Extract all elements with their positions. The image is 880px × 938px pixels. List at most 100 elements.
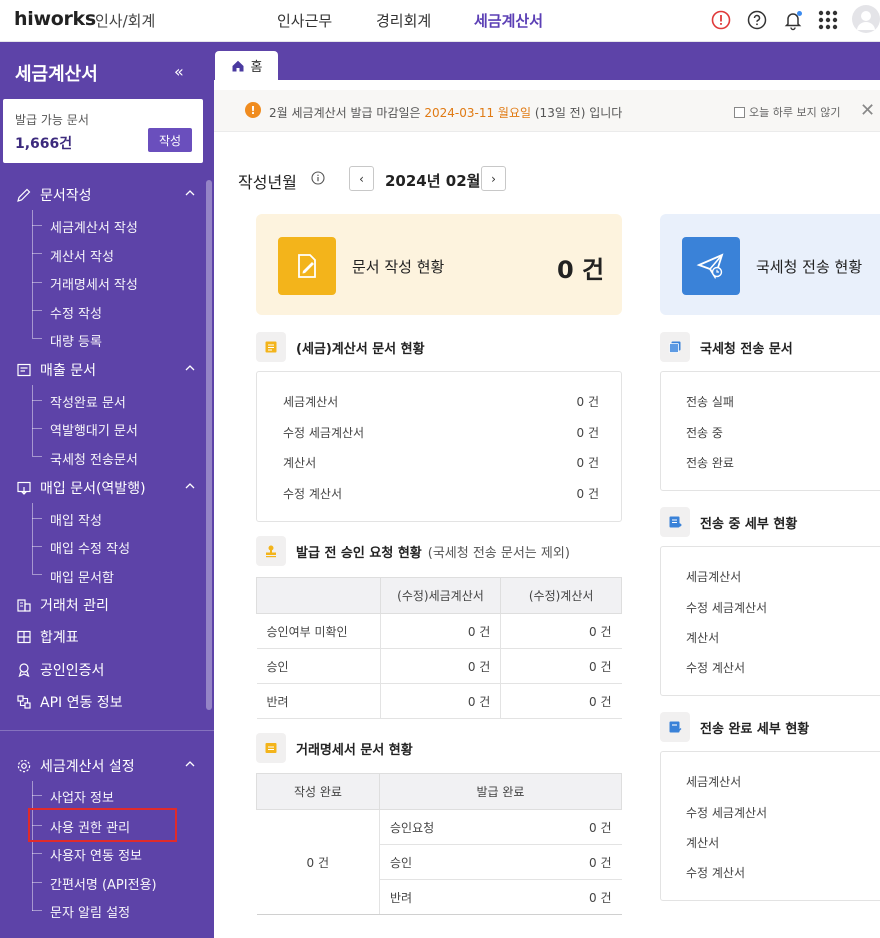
nts-doc-row: 전송 실패 [686, 395, 734, 409]
sending-detail-row: 수정 계산서 [686, 661, 746, 675]
statement-row-label: 승인요청 [379, 809, 500, 845]
avatar[interactable] [852, 5, 880, 33]
sidebar-section-clients[interactable]: 거래처 관리 [16, 594, 196, 616]
logo[interactable]: hiworks [14, 8, 96, 30]
api-link-icon [16, 694, 32, 710]
stamp-icon [256, 536, 286, 566]
nts-docs-header: 국세청 전송 문서 [660, 332, 793, 362]
close-icon[interactable]: ✕ [860, 100, 875, 121]
tree-tick [32, 253, 42, 254]
tree-line [32, 781, 33, 911]
sidebar-item-purchase-amend[interactable]: 매입 수정 작성 [50, 538, 130, 557]
copy-doc-icon [660, 332, 690, 362]
sidebar-item-purchase-box[interactable]: 매입 문서함 [50, 567, 114, 586]
sidebar-title: 세금계산서 [15, 64, 98, 85]
tab-home-label: 홈 [250, 60, 263, 75]
sidebar-item-user-integration[interactable]: 사용자 연동 정보 [50, 845, 142, 864]
collapse-sidebar-icon[interactable]: « [174, 62, 184, 81]
approval-cell: 0 건 [379, 683, 501, 719]
approval-cell: 0 건 [500, 683, 622, 719]
sending-detail-row: 수정 세금계산서 [686, 601, 768, 615]
nts-doc-row: 전송 완료 [686, 456, 734, 470]
home-icon [232, 60, 244, 71]
sidebar-item-write-statement[interactable]: 거래명세서 작성 [50, 274, 138, 293]
tab-home[interactable]: 홈 [215, 51, 278, 80]
sidebar-divider [0, 730, 214, 731]
sending-doc-icon [660, 507, 690, 537]
invoice-row-value: 0 건 [576, 487, 600, 501]
sidebar-item-completed-docs[interactable]: 작성완료 문서 [50, 392, 126, 411]
invoice-status-header: (세금)계산서 문서 현황 [256, 332, 425, 362]
sidebar-item-write-invoice[interactable]: 계산서 작성 [50, 246, 114, 265]
product-name: 인사/회계 [95, 12, 156, 30]
sending-detail-card: 세금계산서 수정 세금계산서 계산서 수정 계산서 [660, 546, 880, 696]
sidebar-item-business-info[interactable]: 사업자 정보 [50, 787, 114, 806]
statement-cell: 0 건 [499, 844, 622, 880]
alert-icon[interactable] [709, 8, 733, 32]
approval-subtitle: (국세청 전송 문서는 제외) [427, 545, 570, 561]
issue-available-count: 1,666건 [15, 136, 73, 152]
tree-tick [32, 400, 42, 401]
table-row: 반려 0 건 0 건 [256, 683, 622, 719]
checkbox[interactable] [734, 106, 745, 118]
sending-detail-row: 계산서 [686, 631, 720, 645]
sidebar-section-sales-docs[interactable]: 매출 문서 [16, 359, 196, 381]
approval-cell: 0 건 [500, 648, 622, 684]
sidebar-item-write-amendment[interactable]: 수정 작성 [50, 303, 102, 322]
sidebar-section-certificate[interactable]: 공인인증서 [16, 659, 196, 681]
notice-text-post: (13일 전) 입니다 [531, 106, 623, 120]
tree-tick [32, 310, 42, 311]
statement-col-header: 발급 완료 [379, 773, 622, 810]
sidebar-item-reverse-pending[interactable]: 역발행대기 문서 [50, 420, 138, 439]
invoice-row-label: 계산서 [283, 456, 317, 470]
write-button[interactable]: 작성 [148, 128, 192, 152]
nav-tax-invoice[interactable]: 세금계산서 [474, 10, 543, 31]
doc-status-title: 문서 작성 현황 [352, 258, 445, 276]
sidebar-section-label: 합계표 [40, 630, 79, 646]
table-row: 0 건 승인요청 0 건 [256, 809, 622, 915]
sidebar-section-api[interactable]: API 연동 정보 [16, 691, 196, 713]
gear-icon [16, 758, 32, 774]
done-detail-header: 전송 완료 세부 현황 [660, 712, 809, 742]
table-row: 승인여부 미확인 0 건 0 건 [256, 613, 622, 649]
nav-accounting[interactable]: 경리회계 [376, 10, 431, 31]
document-list-icon [16, 362, 32, 378]
statement-col-header: 작성 완료 [256, 773, 380, 810]
approval-row-label: 승인 [256, 648, 381, 684]
sidebar-item-purchase-write[interactable]: 매입 작성 [50, 510, 102, 529]
prev-month-button[interactable]: ‹ [349, 166, 374, 191]
sidebar-item-sms-alert[interactable]: 문자 알림 설정 [50, 902, 130, 921]
hide-today-checkbox[interactable]: 오늘 하루 보지 않기 [734, 104, 840, 120]
document-edit-icon [278, 237, 336, 295]
statement-cell: 0 건 [499, 809, 622, 845]
chevron-up-icon [184, 758, 196, 774]
tree-tick [32, 882, 42, 883]
nts-docs-title: 국세청 전송 문서 [700, 341, 793, 357]
next-month-button[interactable]: › [481, 166, 506, 191]
sidebar-item-nts-sent[interactable]: 국세청 전송문서 [50, 449, 138, 468]
sidebar-scrollbar[interactable] [206, 180, 212, 710]
sidebar-item-simple-signature[interactable]: 간편서명 (API전용) [50, 874, 157, 893]
sidebar-section-settings[interactable]: 세금계산서 설정 [16, 755, 196, 777]
pencil-icon [16, 187, 32, 203]
info-icon[interactable] [311, 171, 325, 189]
bell-icon[interactable] [781, 8, 805, 32]
sidebar-section-label: 문서작성 [40, 188, 92, 204]
sidebar-section-document-write[interactable]: 문서작성 [16, 184, 196, 206]
done-detail-row: 계산서 [686, 836, 720, 850]
apps-grid-icon[interactable] [816, 8, 840, 32]
sending-detail-row: 세금계산서 [686, 570, 742, 584]
tree-tick [32, 456, 42, 457]
invoice-row-value: 0 건 [576, 395, 600, 409]
certificate-icon [16, 662, 32, 678]
done-detail-card: 세금계산서 수정 세금계산서 계산서 수정 계산서 [660, 751, 880, 901]
sidebar-item-write-tax-invoice[interactable]: 세금계산서 작성 [50, 217, 138, 236]
sidebar-section-purchase-docs[interactable]: 매입 문서(역발행) [16, 477, 196, 499]
help-icon[interactable] [745, 8, 769, 32]
table-icon [16, 629, 32, 645]
sidebar-item-bulk-register[interactable]: 대량 등록 [50, 331, 102, 350]
check-doc-icon [660, 712, 690, 742]
sidebar-section-summary-table[interactable]: 합계표 [16, 626, 196, 648]
tree-tick [32, 546, 42, 547]
nav-hr[interactable]: 인사근무 [277, 10, 332, 31]
